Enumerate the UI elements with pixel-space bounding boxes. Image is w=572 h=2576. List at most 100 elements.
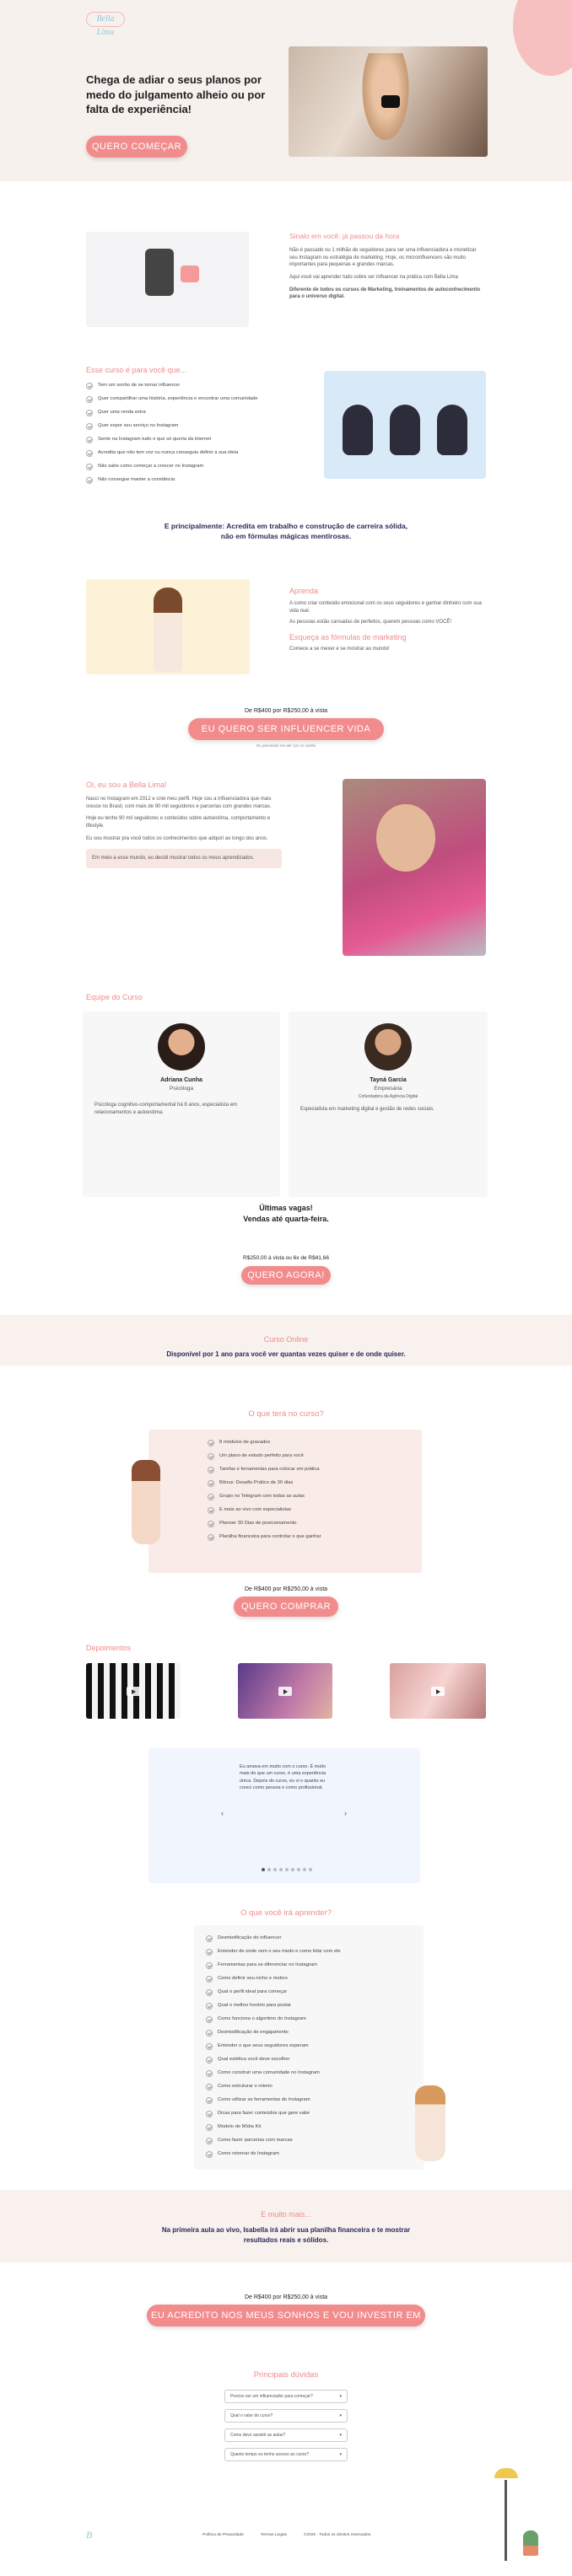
list-item-label: Ferramentas para se diferenciar no Insta… bbox=[218, 1962, 317, 1967]
plant-illustration bbox=[523, 2530, 538, 2556]
team-card-adriana: Adriana Cunha Psicóloga Psicóloga cognit… bbox=[83, 1012, 280, 1197]
more-section: E muito mais... Na primeira aula ao vivo… bbox=[0, 2190, 572, 2262]
urgency-section: Últimas vagas! Vendas até quarta-feira. … bbox=[0, 1204, 572, 1296]
list-item: Grupo no Telegram com todas as aulas bbox=[208, 1494, 422, 1500]
check-icon bbox=[206, 2043, 213, 2050]
hero-cta-button[interactable]: QUERO COMEÇAR bbox=[86, 136, 187, 158]
chevron-down-icon[interactable]: ▾ bbox=[339, 2452, 342, 2457]
list-item-label: Não consegue manter a constância bbox=[98, 477, 175, 482]
faq-item[interactable]: Quanto tempo eu tenho acesso ao curso? ▾ bbox=[224, 2448, 348, 2461]
heart-icon bbox=[181, 266, 199, 282]
intro-paragraph-3: Diferente de todos os cursos de Marketin… bbox=[289, 287, 481, 300]
price-section-1: De R$400 por R$250,00 à vista EU QUERO S… bbox=[0, 708, 572, 759]
check-icon bbox=[208, 1480, 214, 1487]
learn-section: Aprenda A como criar conteúdo emocional … bbox=[0, 578, 572, 679]
list-item: Planilha financeira para controlar o que… bbox=[208, 1534, 422, 1541]
check-icon bbox=[86, 450, 93, 457]
price-section-3: De R$400 por R$250,00 à vista EU ACREDIT… bbox=[0, 2294, 572, 2345]
buy-button[interactable]: QUERO COMPRAR bbox=[234, 1597, 338, 1617]
faq-heading: Principais dúvidas bbox=[253, 2370, 319, 2380]
faq-item[interactable]: Qual o valor do curso? ▾ bbox=[224, 2409, 348, 2423]
faq-item[interactable]: Preciso ser um influenciador para começa… bbox=[224, 2390, 348, 2403]
member-name: Tayná Garcia bbox=[370, 1077, 407, 1083]
testimonial-video-1[interactable] bbox=[86, 1663, 181, 1719]
list-item-label: Quer uma renda extra bbox=[98, 410, 146, 415]
list-item: Como funciona o algoritmo do Instagram bbox=[206, 2016, 424, 2023]
invest-button[interactable]: EU ACREDITO NOS MEUS SONHOS E VOU INVEST… bbox=[147, 2305, 425, 2343]
included-card: 8 módulos de gravados Um plano de estudo … bbox=[148, 1430, 422, 1573]
about-section: Oi, eu sou a Bella Lima! Nasci no Instag… bbox=[0, 774, 572, 961]
check-icon bbox=[206, 2151, 213, 2158]
list-item: Entender de onde vem o seu medo e como l… bbox=[206, 1949, 424, 1956]
become-influencer-button[interactable]: EU QUERO SER INFLUENCER VIDA REAL bbox=[188, 718, 384, 756]
list-item: Ferramentas para se diferenciar no Insta… bbox=[206, 1962, 424, 1969]
check-icon bbox=[208, 1494, 214, 1500]
carousel-prev-arrow[interactable]: ‹ bbox=[221, 1809, 224, 1817]
check-icon bbox=[208, 1507, 214, 1514]
chevron-down-icon[interactable]: ▾ bbox=[339, 2394, 342, 2399]
copyright: ©2020 · Todos os direitos reservados bbox=[304, 2533, 371, 2537]
intro-illustration bbox=[86, 232, 249, 327]
privacy-link[interactable]: Política de Privacidade bbox=[202, 2533, 244, 2537]
list-item-label: Não sabe como começar a crescer no Insta… bbox=[98, 464, 204, 469]
faq-question: Quanto tempo eu tenho acesso ao curso? bbox=[230, 2452, 310, 2457]
brand-logo[interactable]: Bella Lima bbox=[86, 12, 125, 37]
check-icon bbox=[208, 1453, 214, 1460]
faq-item[interactable]: Como devo assistir as aulas? ▾ bbox=[224, 2428, 348, 2442]
check-icon bbox=[206, 2016, 213, 2023]
price-text-3: De R$400 por R$250,00 à vista bbox=[244, 2294, 328, 2300]
list-item: Entender o que seus seguidores esperam bbox=[206, 2043, 424, 2050]
list-item-label: Acredita que não tem voz ou nunca conseg… bbox=[98, 450, 239, 455]
online-section: Curso Online Disponível por 1 ano para v… bbox=[0, 1315, 572, 1366]
check-icon bbox=[86, 464, 93, 470]
check-icon bbox=[208, 1521, 214, 1527]
list-item-label: Desmistificação do influencer bbox=[218, 1935, 282, 1940]
avatar bbox=[364, 1023, 412, 1071]
testimonial-video-2[interactable] bbox=[238, 1663, 332, 1719]
more-text: Na primeira aula ao vivo, Isabella irá a… bbox=[161, 2226, 411, 2244]
list-item: Desmistificação do influencer bbox=[206, 1935, 424, 1942]
check-icon bbox=[86, 383, 93, 389]
check-icon bbox=[86, 437, 93, 443]
check-icon bbox=[208, 1534, 214, 1541]
hero-video[interactable] bbox=[289, 46, 488, 157]
list-item-label: E mais ao vivo com especialistas bbox=[219, 1507, 292, 1512]
terms-link[interactable]: Termos Legais bbox=[261, 2533, 287, 2537]
carousel-dots[interactable] bbox=[262, 1868, 312, 1871]
carousel-next-arrow[interactable]: › bbox=[344, 1809, 347, 1817]
list-item-label: Tem um sonho de se tornar influencer bbox=[98, 383, 181, 388]
list-item: Quer uma renda extra bbox=[86, 410, 289, 416]
for-who-list: Tem um sonho de se tornar influencer Quer… bbox=[86, 383, 289, 484]
play-icon[interactable] bbox=[431, 1687, 445, 1696]
list-item: Planner 30 Dias de posicionamento bbox=[208, 1521, 422, 1527]
testimonial-video-3[interactable] bbox=[390, 1663, 486, 1719]
list-item: Não consegue manter a constância bbox=[86, 477, 289, 484]
play-icon[interactable] bbox=[381, 95, 400, 108]
check-icon bbox=[86, 423, 93, 430]
for-who-section: Esse curso é para você que... Tem um son… bbox=[0, 362, 572, 489]
list-item-label: Um plano de estudo perfeito para você bbox=[219, 1453, 304, 1458]
list-item: Desmistificação do engajamento bbox=[206, 2030, 424, 2037]
list-item-label: Como utilizar as ferramentas do Instagra… bbox=[218, 2097, 310, 2102]
about-quote: Em meio a esse mundo, eu decidi mostrar … bbox=[86, 849, 282, 869]
principle-section: E principalmente: Acredita em trabalho e… bbox=[0, 521, 572, 555]
online-heading: Curso Online bbox=[263, 1335, 309, 1344]
check-icon bbox=[206, 2030, 213, 2037]
list-item-label: Modelo de Mídia Kit bbox=[218, 2124, 262, 2129]
buy-now-button[interactable]: QUERO AGORA! bbox=[241, 1266, 331, 1285]
list-item-label: Quer expor seu serviço no Instagram bbox=[98, 423, 179, 428]
play-icon[interactable] bbox=[127, 1687, 140, 1696]
chevron-down-icon[interactable]: ▾ bbox=[339, 2413, 342, 2418]
list-item: E mais ao vivo com especialistas bbox=[208, 1507, 422, 1514]
learn-paragraph-3: Comece a se mexer e se mostrar ao mundo! bbox=[289, 647, 390, 652]
list-item-label: 8 módulos de gravados bbox=[219, 1440, 271, 1445]
list-item-label: Como construir uma comunidade no Instagr… bbox=[218, 2070, 320, 2075]
chevron-down-icon[interactable]: ▾ bbox=[339, 2433, 342, 2438]
member-sub: Cofundadora da Agência Digital bbox=[358, 1094, 418, 1099]
urgency-line-2: Vendas até quarta-feira. bbox=[243, 1215, 329, 1223]
check-icon bbox=[206, 2111, 213, 2117]
list-item: Como definir seu nicho e motivo bbox=[206, 1976, 424, 1983]
team-heading: Equipe do Curso bbox=[86, 993, 143, 1001]
play-icon[interactable] bbox=[278, 1687, 292, 1696]
check-icon bbox=[206, 2124, 213, 2131]
